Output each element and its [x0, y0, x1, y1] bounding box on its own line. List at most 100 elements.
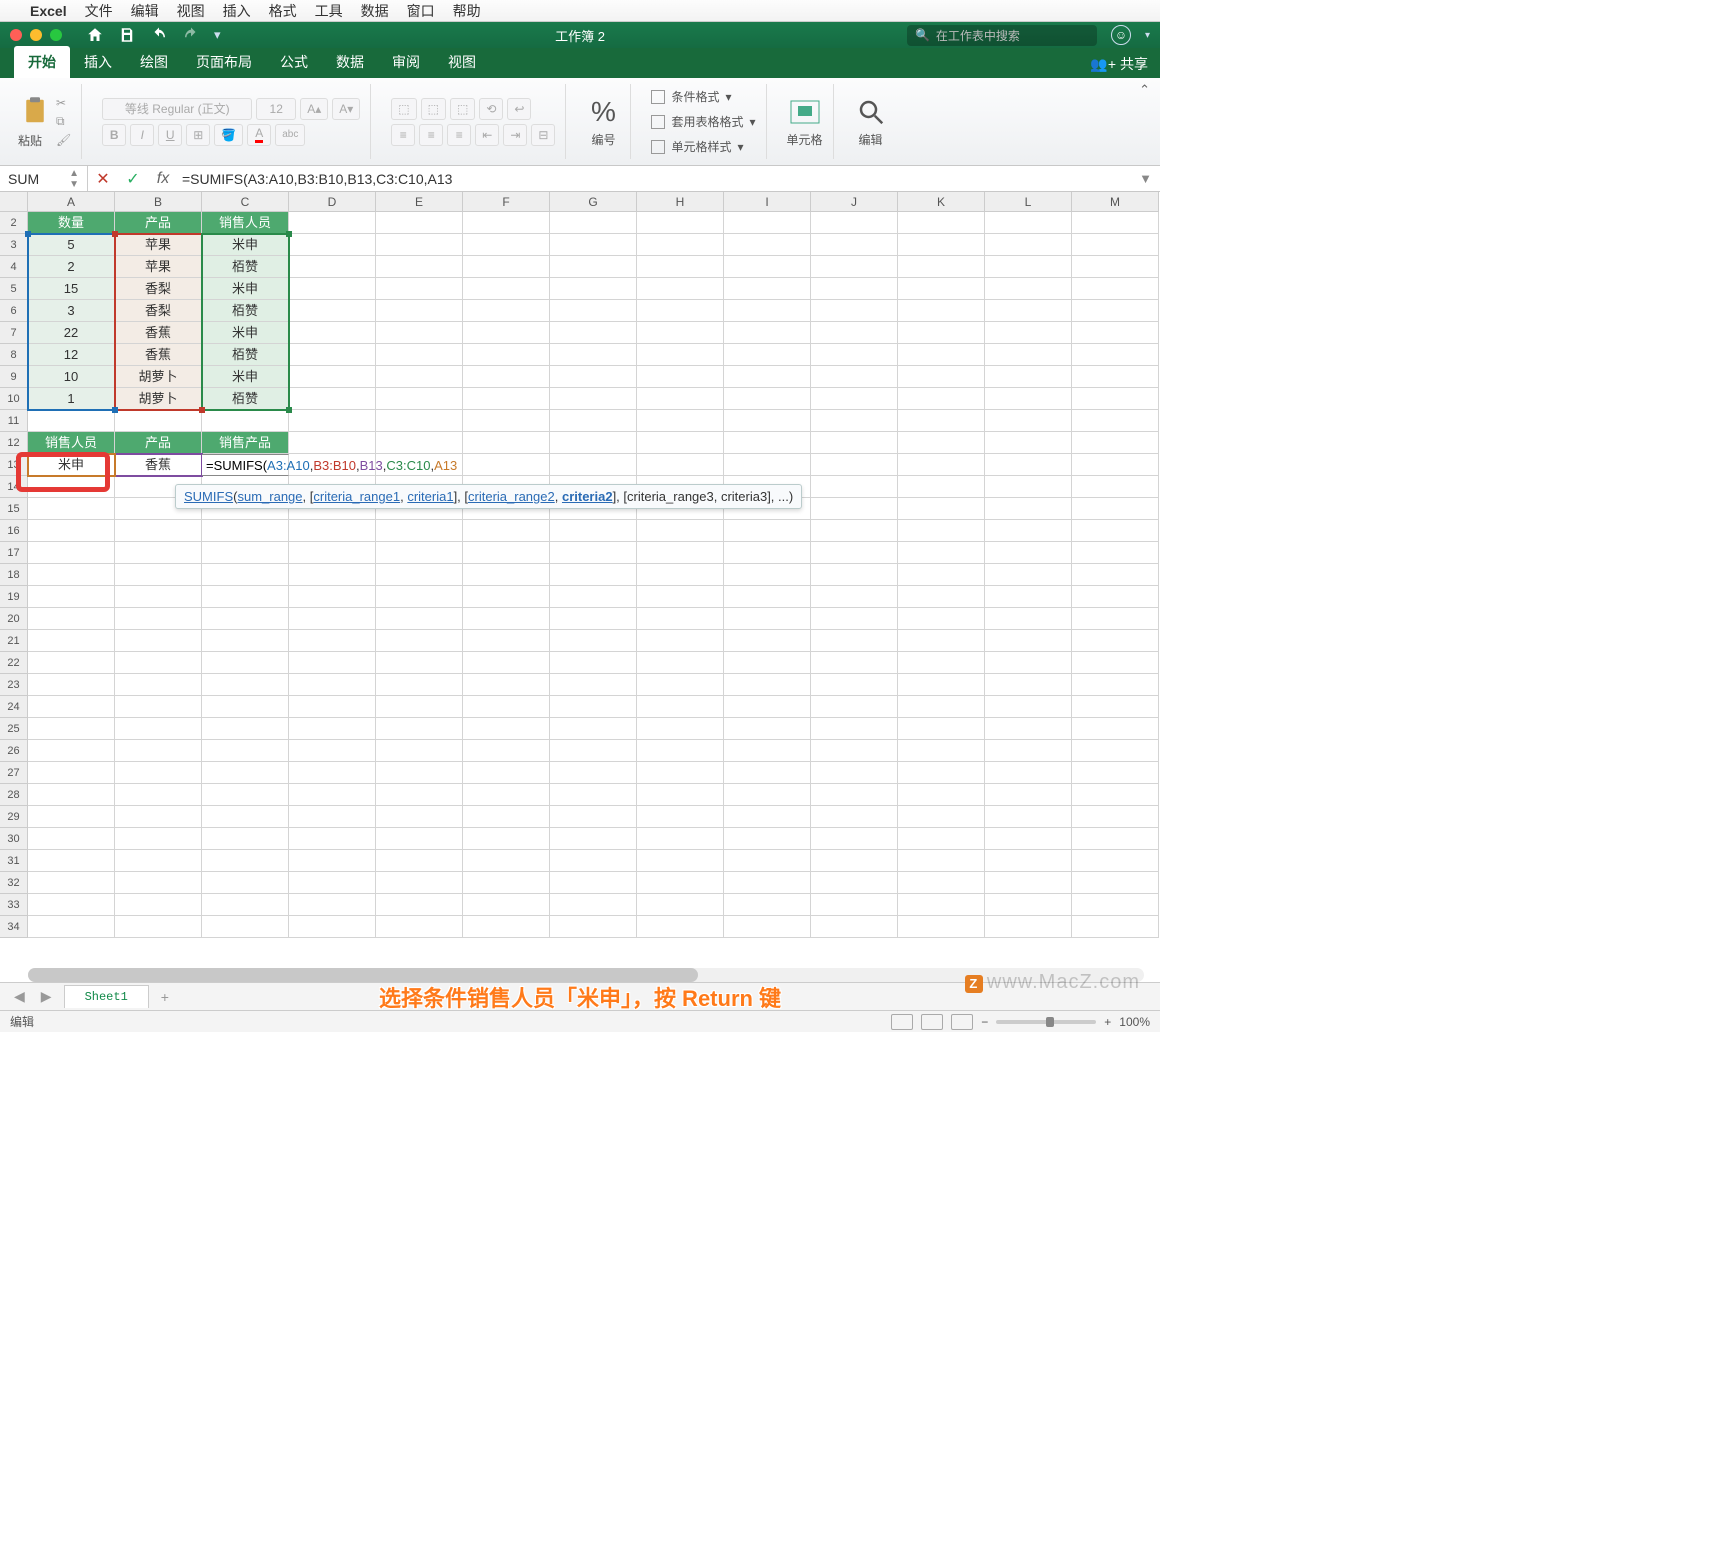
cell[interactable] [463, 674, 550, 696]
cell[interactable] [28, 586, 115, 608]
cell[interactable] [550, 344, 637, 366]
row-header[interactable]: 4 [0, 256, 28, 278]
row-header[interactable]: 29 [0, 806, 28, 828]
cell[interactable] [811, 300, 898, 322]
cell[interactable] [550, 630, 637, 652]
row-header[interactable]: 12 [0, 432, 28, 454]
cell[interactable] [550, 322, 637, 344]
cell[interactable] [550, 762, 637, 784]
cell[interactable] [1072, 300, 1159, 322]
cell[interactable] [463, 916, 550, 938]
cell[interactable] [28, 762, 115, 784]
col-header[interactable]: I [724, 192, 811, 212]
cell[interactable] [550, 520, 637, 542]
cell[interactable] [550, 410, 637, 432]
cell[interactable] [376, 432, 463, 454]
formula-tooltip[interactable]: SUMIFS(sum_range, [criteria_range1, crit… [175, 484, 802, 509]
cell[interactable] [724, 410, 811, 432]
cell[interactable] [1072, 828, 1159, 850]
cell[interactable] [811, 454, 898, 476]
cell[interactable] [898, 564, 985, 586]
cell[interactable] [463, 630, 550, 652]
cell[interactable] [550, 388, 637, 410]
row-header[interactable]: 24 [0, 696, 28, 718]
cell[interactable] [637, 300, 724, 322]
cell[interactable] [811, 432, 898, 454]
cell[interactable] [898, 366, 985, 388]
cell[interactable] [724, 784, 811, 806]
cell[interactable] [1072, 234, 1159, 256]
cell[interactable]: 米申 [202, 366, 289, 388]
cell[interactable] [637, 344, 724, 366]
cell[interactable]: 香梨 [115, 300, 202, 322]
cell[interactable] [202, 630, 289, 652]
cell[interactable] [115, 784, 202, 806]
cell[interactable] [724, 696, 811, 718]
cell[interactable] [1072, 256, 1159, 278]
cell[interactable] [463, 586, 550, 608]
cell[interactable] [550, 454, 637, 476]
cell[interactable] [637, 828, 724, 850]
cell[interactable] [637, 278, 724, 300]
cell[interactable] [550, 718, 637, 740]
cell[interactable] [202, 542, 289, 564]
cell[interactable] [898, 652, 985, 674]
cell[interactable] [811, 762, 898, 784]
sheet-nav-next-icon[interactable]: ▶ [37, 988, 56, 1005]
cell[interactable] [985, 630, 1072, 652]
cell[interactable] [550, 894, 637, 916]
cell[interactable] [463, 278, 550, 300]
fx-icon[interactable]: fx [148, 170, 178, 188]
cells-icon[interactable] [788, 95, 822, 129]
cell[interactable] [289, 784, 376, 806]
cell[interactable] [724, 366, 811, 388]
cell[interactable]: 12 [28, 344, 115, 366]
format-painter-icon[interactable]: 🖌 [56, 133, 71, 147]
cell[interactable] [724, 542, 811, 564]
cell[interactable] [550, 586, 637, 608]
menu-window[interactable]: 窗口 [407, 1, 435, 21]
cell[interactable] [1072, 564, 1159, 586]
cell[interactable]: 米申 [28, 454, 115, 476]
cell[interactable] [550, 432, 637, 454]
cell[interactable] [898, 256, 985, 278]
cell[interactable] [985, 674, 1072, 696]
cell[interactable] [811, 696, 898, 718]
cell[interactable] [637, 454, 724, 476]
cell[interactable] [811, 388, 898, 410]
font-color-button[interactable]: A [247, 124, 271, 146]
cell[interactable]: 栢赞 [202, 344, 289, 366]
cell[interactable] [202, 894, 289, 916]
cell[interactable] [463, 388, 550, 410]
cell[interactable] [463, 718, 550, 740]
cell[interactable] [376, 278, 463, 300]
cell[interactable] [811, 828, 898, 850]
cell[interactable] [289, 388, 376, 410]
cell[interactable] [289, 366, 376, 388]
row-header[interactable]: 9 [0, 366, 28, 388]
cell[interactable] [550, 212, 637, 234]
cell[interactable] [985, 564, 1072, 586]
cell[interactable] [1072, 916, 1159, 938]
orientation-icon[interactable]: ⟲ [479, 98, 503, 120]
col-header[interactable]: K [898, 192, 985, 212]
cell[interactable] [463, 872, 550, 894]
cell[interactable]: 胡萝卜 [115, 388, 202, 410]
cell[interactable] [463, 564, 550, 586]
row-header[interactable]: 17 [0, 542, 28, 564]
cell[interactable] [811, 674, 898, 696]
cell[interactable]: 栢赞 [202, 300, 289, 322]
cell[interactable] [985, 388, 1072, 410]
cell[interactable] [289, 234, 376, 256]
cell[interactable]: 10 [28, 366, 115, 388]
cell[interactable] [985, 432, 1072, 454]
cell[interactable] [289, 850, 376, 872]
cell[interactable] [811, 366, 898, 388]
name-box[interactable]: SUM ▲▼ [0, 166, 88, 191]
cell[interactable] [898, 872, 985, 894]
cell[interactable] [550, 872, 637, 894]
cell[interactable] [637, 212, 724, 234]
cell[interactable]: 3 [28, 300, 115, 322]
cell[interactable]: 苹果 [115, 256, 202, 278]
cell[interactable] [115, 520, 202, 542]
